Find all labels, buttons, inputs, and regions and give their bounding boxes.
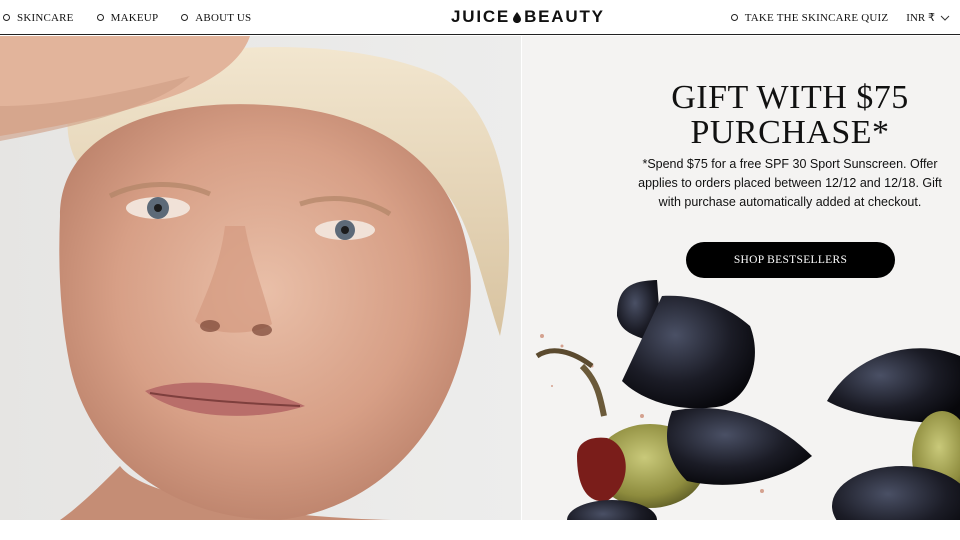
circle-outline-icon	[730, 14, 738, 21]
nav-item-makeup[interactable]: MAKEUP	[96, 11, 159, 24]
currency-label: INR ₹	[906, 12, 935, 24]
portrait-illustration	[0, 36, 521, 520]
page-bottom-strip	[0, 520, 960, 540]
nav-item-about-us[interactable]: ABOUT US	[181, 12, 251, 24]
quiz-label: TAKE THE SKINCARE QUIZ	[744, 11, 889, 24]
circle-outline-icon	[181, 14, 189, 21]
promo-description: *Spend $75 for a free SPF 30 Sport Sunsc…	[638, 157, 942, 209]
nav-item-label: ABOUT US	[195, 11, 252, 24]
promo-headline-line1: GIFT WITH $75	[671, 79, 909, 116]
utility-nav: TAKE THE SKINCARE QUIZ INR ₹	[730, 0, 950, 35]
shop-bestsellers-button[interactable]: SHOP BESTSELLERS	[686, 242, 895, 278]
skincare-quiz-link[interactable]: TAKE THE SKINCARE QUIZ	[730, 11, 889, 24]
circle-outline-icon	[96, 14, 104, 21]
drop-icon	[513, 11, 522, 23]
nav-item-label: MAKEUP	[110, 11, 159, 24]
currency-selector[interactable]: INR ₹	[906, 11, 950, 24]
promo-headline-line2: PURCHASE*	[690, 114, 890, 151]
site-header: SKINCARE MAKEUP ABOUT US JUICE BEAUTY TA…	[0, 0, 960, 35]
primary-nav: SKINCARE MAKEUP ABOUT US	[0, 0, 251, 35]
logo-text-left: JUICE	[451, 7, 511, 26]
brand-logo[interactable]: JUICE BEAUTY	[451, 7, 605, 27]
logo-text-right: BEAUTY	[524, 7, 605, 26]
circle-outline-icon	[3, 14, 10, 21]
nav-item-skincare[interactable]: SKINCARE	[3, 12, 74, 24]
hero-portrait-image	[0, 36, 521, 520]
nav-item-label: SKINCARE	[17, 11, 74, 24]
chevron-down-icon	[940, 15, 950, 21]
promo-headline: GIFT WITH $75 PURCHASE*	[600, 80, 960, 150]
